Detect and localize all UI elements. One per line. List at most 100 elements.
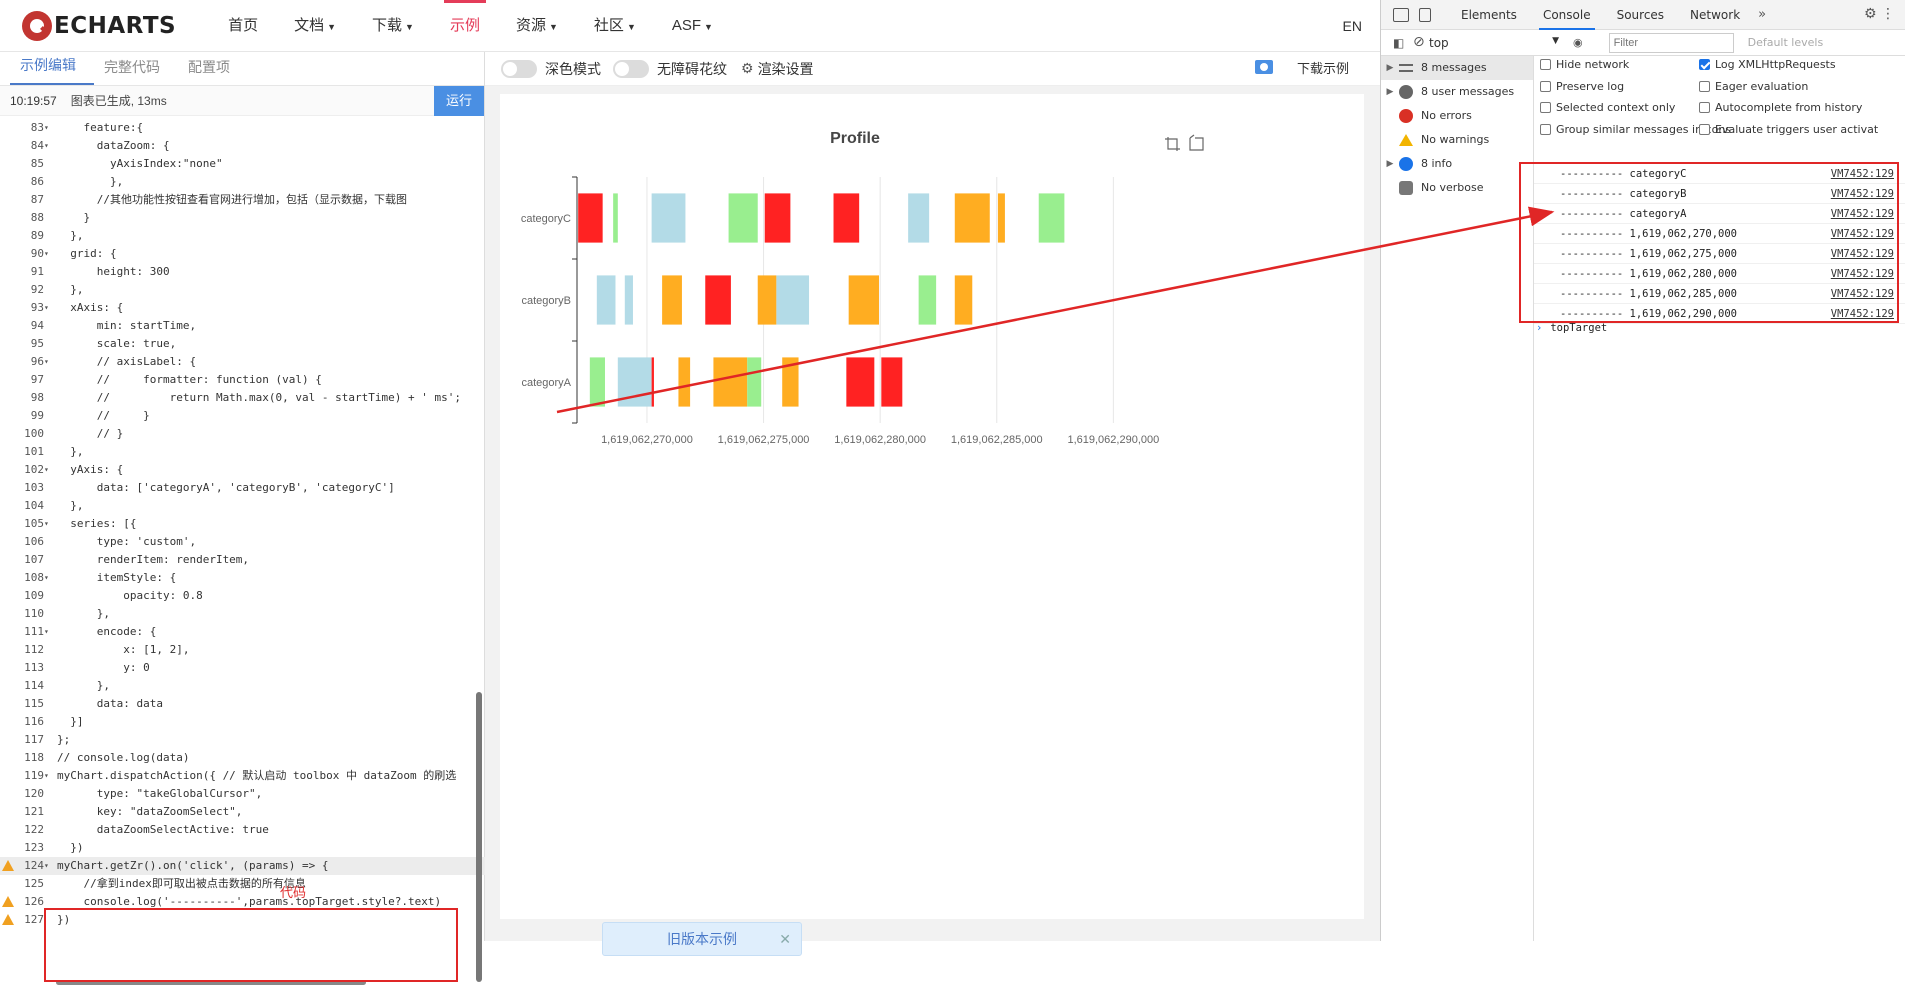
profile-bar[interactable] <box>918 275 937 325</box>
zoom-reset-icon[interactable] <box>1189 134 1204 151</box>
eye-icon[interactable]: ◉ <box>1573 36 1583 49</box>
profile-bar[interactable] <box>589 357 605 407</box>
code-line[interactable]: 113 y: 0 <box>0 659 485 677</box>
code-line[interactable]: 98 // return Math.max(0, val - startTime… <box>0 389 485 407</box>
profile-bar[interactable] <box>881 357 903 407</box>
code-line[interactable]: 91 height: 300 <box>0 263 485 281</box>
code-line[interactable]: 110 }, <box>0 605 485 623</box>
code-line[interactable]: 107 renderItem: renderItem, <box>0 551 485 569</box>
checkbox-icon[interactable] <box>1699 80 1710 92</box>
profile-bar[interactable] <box>678 357 691 407</box>
profile-bar[interactable] <box>613 193 618 243</box>
nav-item-4[interactable]: 资源 ▼ <box>516 0 558 52</box>
setting-checkbox[interactable]: Preserve log <box>1540 80 1624 93</box>
profile-bar[interactable] <box>1038 193 1065 243</box>
camera-icon[interactable] <box>1255 60 1273 74</box>
profile-bar[interactable] <box>954 193 990 243</box>
code-line[interactable]: 116 }] <box>0 713 485 731</box>
console-sidebar-item[interactable]: ▶ 8 user messages <box>1381 80 1533 104</box>
setting-checkbox[interactable]: Evaluate triggers user activat <box>1699 123 1878 136</box>
tab-elements[interactable]: Elements <box>1457 0 1521 30</box>
checkbox-icon[interactable] <box>1699 123 1710 135</box>
code-line[interactable]: 84 ▾ dataZoom: { <box>0 137 485 155</box>
close-icon[interactable]: ✕ <box>779 923 791 955</box>
expand-arrow-icon[interactable]: ▶ <box>1381 56 1399 80</box>
console-prompt-line[interactable]: › topTarget <box>1536 322 1607 334</box>
profile-bar[interactable] <box>705 275 731 325</box>
fold-icon[interactable]: ▾ <box>44 857 52 875</box>
console-sidebar-item[interactable]: No errors <box>1381 104 1533 128</box>
inspect-element-icon[interactable] <box>1393 7 1409 22</box>
code-line[interactable]: 115 data: data <box>0 695 485 713</box>
console-filter-input[interactable] <box>1608 32 1734 53</box>
fold-icon[interactable]: ▾ <box>44 569 52 587</box>
code-line[interactable]: 94 min: startTime, <box>0 317 485 335</box>
language-switch[interactable]: EN <box>1343 0 1362 52</box>
profile-bar[interactable] <box>782 357 799 407</box>
profile-bar[interactable] <box>651 357 654 407</box>
code-line[interactable]: 121 key: "dataZoomSelect", <box>0 803 485 821</box>
nav-item-3[interactable]: 示例 <box>443 0 487 52</box>
profile-bar[interactable] <box>776 275 810 325</box>
code-line[interactable]: 88 } <box>0 209 485 227</box>
profile-bar[interactable] <box>596 275 616 325</box>
profile-bar[interactable] <box>764 193 791 243</box>
fold-icon[interactable]: ▾ <box>44 137 52 155</box>
tab-full-code[interactable]: 完整代码 <box>94 57 178 85</box>
code-line[interactable]: 99 // } <box>0 407 485 425</box>
download-example-button[interactable]: 下载示例 <box>1297 52 1349 86</box>
more-tabs-icon[interactable]: » <box>1758 7 1766 22</box>
profile-bar[interactable] <box>954 275 973 325</box>
code-line[interactable]: 118 // console.log(data) <box>0 749 485 767</box>
setting-checkbox[interactable]: Hide network <box>1540 58 1629 71</box>
old-version-banner[interactable]: 旧版本示例 ✕ <box>602 922 802 956</box>
profile-chart[interactable]: Profile 1,619,062,270,000 1,619,062,275,00… <box>500 94 1364 919</box>
clear-console-icon[interactable]: ⊘ <box>1413 34 1425 50</box>
nav-item-0[interactable]: 首页 <box>228 0 258 52</box>
fold-icon[interactable]: ▾ <box>44 353 52 371</box>
code-line[interactable]: 104 }, <box>0 497 485 515</box>
profile-bar[interactable] <box>617 357 652 407</box>
render-settings-label[interactable]: 渲染设置 <box>758 59 814 79</box>
sidebar-toggle-icon[interactable]: ◧ <box>1393 36 1404 50</box>
code-line[interactable]: 97 // formatter: function (val) { <box>0 371 485 389</box>
profile-bar[interactable] <box>651 193 686 243</box>
checkbox-icon[interactable] <box>1540 80 1551 92</box>
gear-icon[interactable]: ⚙ <box>741 60 754 77</box>
setting-checkbox[interactable]: Log XMLHttpRequests <box>1699 58 1836 71</box>
code-line[interactable]: 105 ▾ series: [{ <box>0 515 485 533</box>
fold-icon[interactable]: ▾ <box>44 515 52 533</box>
console-sidebar-item[interactable]: ▶ 8 info <box>1381 152 1533 176</box>
code-line[interactable]: 109 opacity: 0.8 <box>0 587 485 605</box>
zoom-select-icon[interactable] <box>1165 137 1180 151</box>
code-line[interactable]: 92 }, <box>0 281 485 299</box>
checkbox-icon[interactable] <box>1699 59 1710 70</box>
code-line[interactable]: 103 data: ['categoryA', 'categoryB', 'ca… <box>0 479 485 497</box>
editor-vertical-scrollbar[interactable] <box>476 692 482 982</box>
code-line[interactable]: 89 }, <box>0 227 485 245</box>
code-line[interactable]: 119 ▾ myChart.dispatchAction({ // 默认启动 too… <box>0 767 485 785</box>
code-line[interactable]: 106 type: 'custom', <box>0 533 485 551</box>
tab-console[interactable]: Console <box>1538 0 1595 30</box>
code-line[interactable]: 124 ▾ myChart.getZr().on('click', (params)… <box>0 857 485 875</box>
nav-item-6[interactable]: ASF ▼ <box>672 0 713 52</box>
code-line[interactable]: 95 scale: true, <box>0 335 485 353</box>
tab-network[interactable]: Network <box>1686 0 1744 30</box>
code-line[interactable]: 85 yAxisIndex:"none" <box>0 155 485 173</box>
profile-bar[interactable] <box>833 193 860 243</box>
profile-bar[interactable] <box>728 193 758 243</box>
profile-bar[interactable] <box>747 357 762 407</box>
code-line[interactable]: 83 ▾ feature:{ <box>0 119 485 137</box>
fold-icon[interactable]: ▾ <box>44 119 52 137</box>
code-line[interactable]: 100 // } <box>0 425 485 443</box>
accessibility-toggle[interactable] <box>613 59 649 78</box>
setting-checkbox[interactable]: Autocomplete from history <box>1699 101 1862 114</box>
code-line[interactable]: 117}; <box>0 731 485 749</box>
console-sidebar-item[interactable]: ▶ 8 messages <box>1381 56 1533 80</box>
code-line[interactable]: 90 ▾ grid: { <box>0 245 485 263</box>
profile-bar[interactable] <box>846 357 875 407</box>
fold-icon[interactable]: ▾ <box>44 461 52 479</box>
echarts-logo[interactable]: ECHARTS <box>22 10 176 41</box>
tab-options[interactable]: 配置项 <box>178 57 248 85</box>
console-sidebar-item[interactable]: No warnings <box>1381 128 1533 152</box>
